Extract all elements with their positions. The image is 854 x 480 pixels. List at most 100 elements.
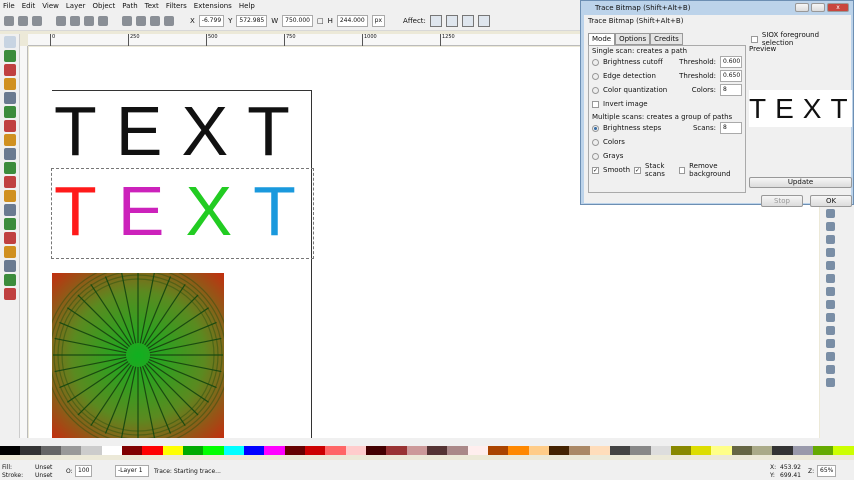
unit-select[interactable]: px: [371, 14, 386, 27]
color-swatch[interactable]: [731, 446, 753, 455]
brightness-cutoff-radio[interactable]: [592, 58, 599, 66]
menu-object[interactable]: Object: [92, 2, 115, 10]
color-swatch[interactable]: [609, 446, 631, 455]
lock-icon[interactable]: □: [317, 17, 324, 25]
command-icon[interactable]: [826, 378, 835, 387]
selector-tool-icon[interactable]: [4, 36, 16, 48]
color-swatch[interactable]: [182, 446, 204, 455]
colors-radio[interactable]: [592, 138, 599, 146]
color-swatch[interactable]: [60, 446, 82, 455]
x-field[interactable]: -6.799: [198, 14, 225, 27]
edge-threshold-input[interactable]: 0.650: [720, 70, 742, 82]
rect-tool-icon[interactable]: [4, 92, 16, 104]
menu-help[interactable]: Help: [239, 2, 255, 10]
command-icon[interactable]: [826, 222, 835, 231]
flip-vertical-icon[interactable]: [98, 15, 108, 26]
spiral-tool-icon[interactable]: [4, 148, 16, 160]
scans-input[interactable]: 8: [720, 122, 742, 134]
color-swatch[interactable]: [711, 446, 732, 455]
grays-radio[interactable]: [592, 152, 599, 160]
color-swatch[interactable]: [792, 446, 814, 455]
move-gradients-toggle[interactable]: [461, 14, 474, 27]
select-all-layers-icon[interactable]: [18, 15, 28, 26]
stack-scans-checkbox[interactable]: ✓: [634, 166, 642, 174]
command-icon[interactable]: [826, 352, 835, 361]
color-swatch[interactable]: [284, 446, 305, 455]
menu-layer[interactable]: Layer: [66, 2, 86, 10]
horizontal-scrollbar[interactable]: [0, 438, 854, 446]
color-swatch[interactable]: [406, 446, 427, 455]
color-swatch[interactable]: [548, 446, 570, 455]
color-palette[interactable]: [0, 446, 854, 455]
pen-tool-icon[interactable]: [4, 176, 16, 188]
star-tool-icon[interactable]: [4, 134, 16, 146]
command-icon[interactable]: [826, 261, 835, 270]
menu-text[interactable]: Text: [145, 2, 159, 10]
color-swatch[interactable]: [589, 446, 610, 455]
color-swatch[interactable]: [386, 446, 407, 455]
color-swatch[interactable]: [467, 446, 488, 455]
3dbox-tool-icon[interactable]: [4, 106, 16, 118]
flip-horizontal-icon[interactable]: [84, 15, 94, 26]
menu-filters[interactable]: Filters: [166, 2, 187, 10]
lower-to-bottom-icon[interactable]: [164, 15, 174, 26]
color-quantization-radio[interactable]: [592, 86, 599, 94]
command-icon[interactable]: [826, 313, 835, 322]
node-tool-icon[interactable]: [4, 50, 16, 62]
w-field[interactable]: 750.000: [282, 14, 313, 27]
spray-tool-icon[interactable]: [4, 218, 16, 230]
rotate-cw-icon[interactable]: [70, 15, 80, 26]
menu-view[interactable]: View: [42, 2, 59, 10]
text-tool-icon[interactable]: [4, 204, 16, 216]
command-icon[interactable]: [826, 235, 835, 244]
command-icon[interactable]: [826, 365, 835, 374]
siox-checkbox[interactable]: [751, 35, 758, 43]
raise-icon[interactable]: [136, 15, 146, 26]
tweak-tool-icon[interactable]: [4, 64, 16, 76]
edge-detection-radio[interactable]: [592, 72, 599, 80]
brightness-threshold-input[interactable]: 0.600: [720, 56, 742, 68]
color-swatch[interactable]: [447, 446, 468, 455]
color-swatch[interactable]: [813, 446, 834, 455]
stroke-value[interactable]: Unset: [35, 472, 52, 479]
y-field[interactable]: 572.985: [236, 14, 268, 27]
color-swatch[interactable]: [670, 446, 692, 455]
move-patterns-toggle[interactable]: [477, 14, 490, 27]
raise-to-top-icon[interactable]: [122, 15, 132, 26]
menu-path[interactable]: Path: [122, 2, 137, 10]
select-all-icon[interactable]: [4, 15, 14, 26]
color-swatch[interactable]: [81, 446, 102, 455]
command-icon[interactable]: [826, 339, 835, 348]
color-swatch[interactable]: [20, 446, 41, 455]
command-icon[interactable]: [826, 300, 835, 309]
color-swatch[interactable]: [203, 446, 224, 455]
menu-extensions[interactable]: Extensions: [194, 2, 232, 10]
color-swatch[interactable]: [243, 446, 265, 455]
color-swatch[interactable]: [0, 446, 21, 455]
gradient-tool-icon[interactable]: [4, 260, 16, 272]
dropper-tool-icon[interactable]: [4, 274, 16, 286]
brightness-steps-radio[interactable]: [592, 124, 599, 132]
color-swatch[interactable]: [345, 446, 366, 455]
color-swatch[interactable]: [264, 446, 285, 455]
scale-stroke-toggle[interactable]: [429, 14, 442, 27]
ok-button[interactable]: OK: [810, 195, 852, 207]
fill-value[interactable]: Unset: [35, 464, 52, 471]
color-swatch[interactable]: [365, 446, 387, 455]
color-swatch[interactable]: [162, 446, 183, 455]
invert-image-checkbox[interactable]: [592, 100, 599, 108]
color-swatch[interactable]: [304, 446, 326, 455]
tab-credits[interactable]: Credits: [650, 33, 683, 45]
maximize-button[interactable]: [811, 3, 825, 12]
opacity-input[interactable]: 100: [75, 465, 93, 477]
black-text[interactable]: TEXT: [54, 96, 309, 166]
zoom-input[interactable]: 65%: [817, 465, 837, 477]
color-swatch[interactable]: [752, 446, 773, 455]
command-icon[interactable]: [826, 248, 835, 257]
color-swatch[interactable]: [569, 446, 590, 455]
bucket-tool-icon[interactable]: [4, 246, 16, 258]
gradient-bitmap[interactable]: [52, 273, 224, 438]
color-swatch[interactable]: [650, 446, 671, 455]
remove-background-checkbox[interactable]: [679, 166, 686, 174]
smooth-checkbox[interactable]: ✓: [592, 166, 599, 174]
